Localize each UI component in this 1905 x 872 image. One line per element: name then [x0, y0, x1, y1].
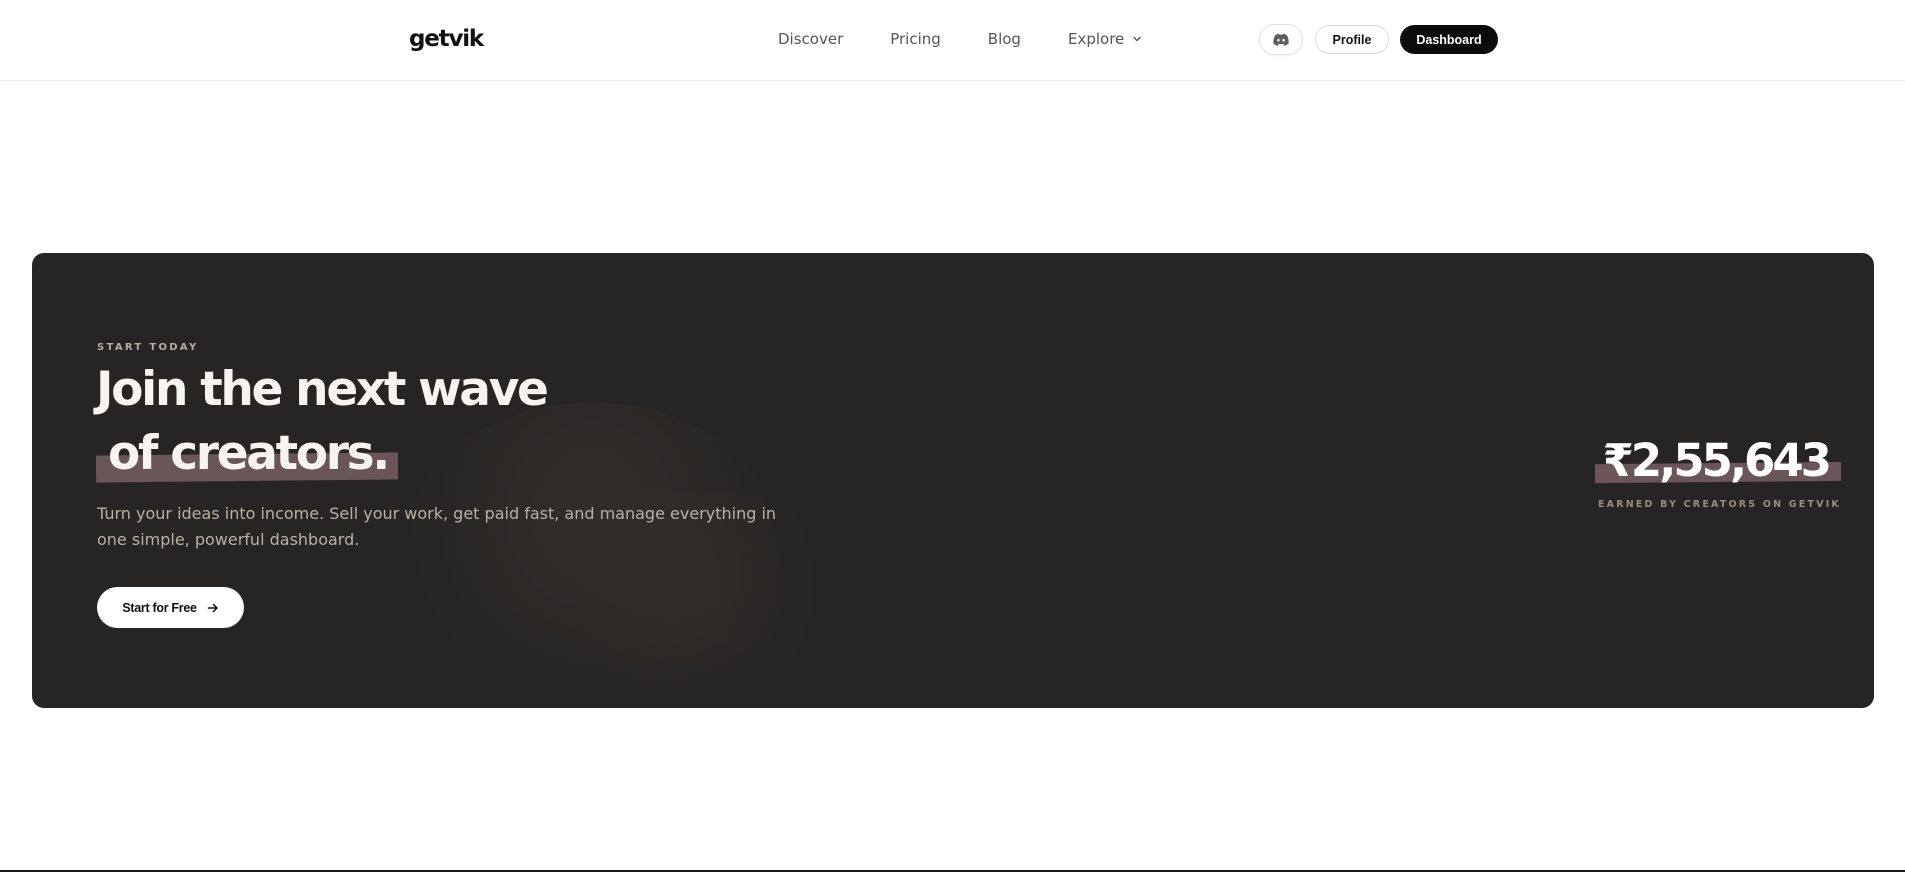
start-for-free-button[interactable]: Start for Free: [97, 587, 244, 628]
arrow-right-icon: [207, 603, 218, 612]
earnings-caption: EARNED BY CREATORS ON GETVIK: [1597, 499, 1841, 510]
main-nav: Discover Pricing Blog Explore: [778, 30, 1142, 48]
headline-highlight: of creators.: [96, 422, 398, 486]
earnings-value-text: ₹2,55,643: [1602, 434, 1832, 487]
site-header: getvik Discover Pricing Blog Explore Pro…: [0, 0, 1905, 81]
discord-button[interactable]: [1259, 24, 1303, 55]
hero-headline: Join the next wave of creators.: [96, 358, 549, 486]
nav-pricing[interactable]: Pricing: [890, 30, 941, 48]
nav-discover[interactable]: Discover: [778, 30, 843, 48]
discord-icon: [1273, 33, 1289, 46]
nav-blog[interactable]: Blog: [988, 30, 1021, 48]
profile-button[interactable]: Profile: [1315, 25, 1389, 54]
cta-label: Start for Free: [122, 600, 197, 615]
hero-card: START TODAY Join the next wave of creato…: [32, 253, 1874, 708]
earnings-value: ₹2,55,643: [1595, 433, 1841, 489]
headline-line-2: of creators.: [96, 422, 547, 486]
hero-subcopy: Turn your ideas into income. Sell your w…: [97, 504, 777, 549]
hero-eyebrow: START TODAY: [97, 342, 199, 353]
headline-line-1: Join the next wave: [96, 362, 549, 417]
nav-explore-label: Explore: [1067, 30, 1125, 48]
nav-explore[interactable]: Explore: [1068, 30, 1142, 48]
logo[interactable]: getvik: [409, 26, 484, 52]
dashboard-button[interactable]: Dashboard: [1400, 25, 1498, 54]
earnings-stat: ₹2,55,643 EARNED BY CREATORS ON GETVIK: [1587, 433, 1841, 510]
headline-highlight-text: of creators.: [108, 426, 390, 481]
chevron-down-icon: [1133, 36, 1141, 42]
